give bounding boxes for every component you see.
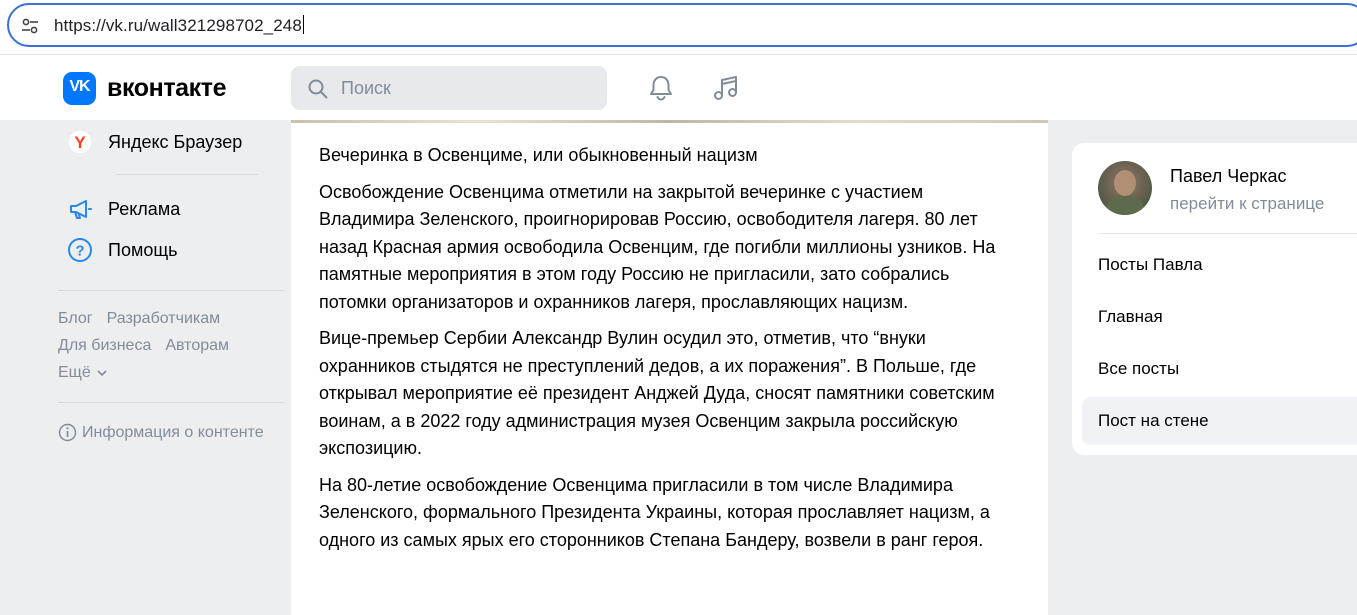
profile-menu-all-posts[interactable]: Все посты (1082, 345, 1357, 393)
footer-links-row-2: Для бизнеса Авторам (58, 337, 243, 355)
sidebar-divider (58, 402, 284, 403)
footer-more[interactable]: Ещё (58, 364, 107, 382)
svg-text:?: ? (75, 243, 84, 260)
address-bar[interactable]: https://vk.ru/wall321298702_248 (7, 3, 1357, 47)
content-info-label: Информация о контенте (82, 423, 264, 441)
post-paragraph: Вице-премьер Сербии Александр Вулин осуд… (319, 328, 995, 458)
site-settings-icon[interactable] (20, 16, 40, 36)
profile-divider (1098, 233, 1357, 234)
search-placeholder: Поиск (341, 78, 391, 98)
content-info-link[interactable]: Информация о контенте (58, 423, 264, 442)
sidebar-item-ads[interactable]: Реклама (66, 195, 180, 223)
avatar[interactable] (1098, 161, 1152, 215)
post-image-edge (291, 120, 1048, 123)
profile-link[interactable]: перейти к странице (1170, 194, 1324, 214)
footer-link-developers[interactable]: Разработчикам (107, 310, 221, 327)
svg-text:Y: Y (74, 133, 86, 152)
megaphone-icon (66, 195, 94, 223)
vk-logo[interactable]: VK вконтакте (63, 72, 227, 105)
footer-link-blog[interactable]: Блог (58, 310, 93, 327)
text-caret (302, 15, 304, 34)
bell-icon[interactable] (646, 73, 676, 103)
post-text: Вечеринка в Освенциме, или обыкновенный … (319, 142, 1019, 563)
post-card: Вечеринка в Освенциме, или обыкновенный … (291, 120, 1048, 615)
sidebar-item-label: Яндекс Браузер (108, 131, 243, 152)
search-icon (308, 79, 328, 99)
post-title: Вечеринка в Освенциме, или обыкновенный … (319, 145, 758, 165)
info-icon (58, 423, 77, 442)
vk-logo-text: вконтакте (107, 74, 227, 102)
profile-menu-main[interactable]: Главная (1082, 293, 1357, 341)
vk-logo-icon: VK (63, 72, 96, 105)
footer-link-business[interactable]: Для бизнеса (58, 337, 151, 354)
url-text[interactable]: https://vk.ru/wall321298702_248 (54, 15, 304, 36)
footer-links-row-1: Блог Разработчикам (58, 310, 234, 328)
profile-card: Павел Черкас перейти к странице Посты Па… (1072, 143, 1357, 455)
vk-header: VK вконтакте Поиск (0, 54, 1357, 120)
profile-name[interactable]: Павел Черкас (1170, 166, 1287, 187)
help-icon: ? (66, 236, 94, 264)
music-icon[interactable] (711, 73, 741, 103)
browser-toolbar: https://vk.ru/wall321298702_248 (0, 0, 1357, 54)
sidebar-item-label: Реклама (108, 198, 181, 219)
sidebar-item-yandex-browser[interactable]: Y Яндекс Браузер (66, 128, 242, 156)
sidebar-divider (58, 290, 284, 291)
sidebar-divider (116, 174, 258, 175)
profile-menu-posts[interactable]: Посты Павла (1082, 241, 1357, 289)
post-paragraph: Освобождение Освенцима отметили на закры… (319, 181, 996, 312)
post-paragraph: На 80-летие освобождение Освенцима пригл… (319, 474, 990, 550)
footer-link-authors[interactable]: Авторам (165, 337, 229, 354)
avatar-figure (1104, 195, 1146, 215)
avatar-face (1114, 170, 1136, 196)
search-input[interactable]: Поиск (291, 66, 607, 110)
chevron-down-icon (97, 370, 107, 377)
profile-menu-wall-post[interactable]: Пост на стене (1082, 397, 1357, 445)
sidebar-item-label: Помощь (108, 239, 178, 260)
footer-more-label: Ещё (58, 364, 91, 381)
yandex-browser-icon: Y (66, 128, 94, 156)
sidebar-item-help[interactable]: ? Помощь (66, 236, 178, 264)
